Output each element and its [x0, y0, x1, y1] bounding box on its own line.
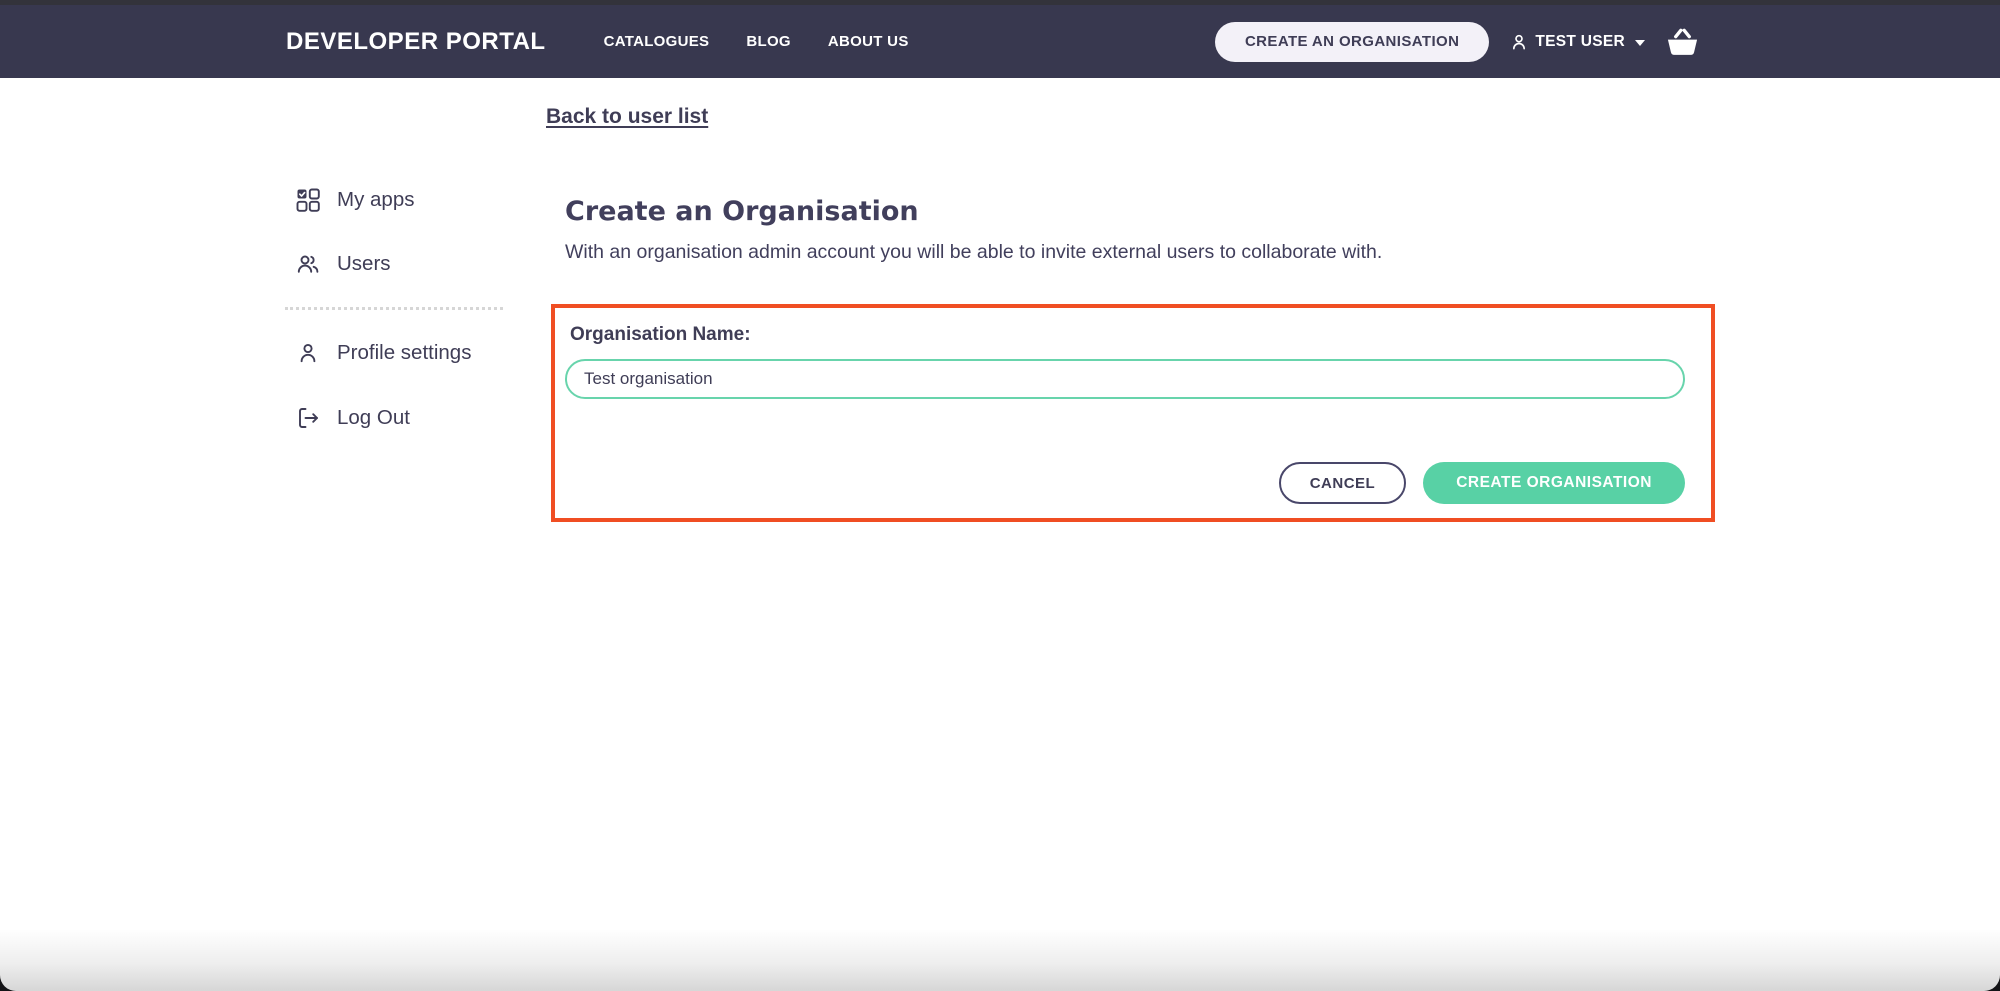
- sidebar-item-profile-settings[interactable]: Profile settings: [285, 341, 471, 365]
- bottom-shade: [0, 929, 2000, 991]
- page: DEVELOPER PORTAL CATALOGUES BLOG ABOUT U…: [0, 0, 2000, 991]
- person-icon: [1509, 32, 1529, 52]
- sidebar-item-label: Log Out: [337, 406, 410, 429]
- organisation-name-label: Organisation Name:: [570, 324, 751, 345]
- sidebar-item-label: Profile settings: [337, 341, 472, 364]
- basket-button[interactable]: [1665, 26, 1700, 58]
- chevron-down-icon: [1635, 33, 1645, 51]
- nav-link-blog[interactable]: BLOG: [746, 33, 791, 50]
- users-icon: [296, 252, 320, 276]
- portal-title: DEVELOPER PORTAL: [286, 27, 546, 55]
- sidebar-item-label: Users: [337, 252, 391, 275]
- top-navbar: DEVELOPER PORTAL CATALOGUES BLOG ABOUT U…: [0, 0, 2000, 78]
- create-organisation-nav-button[interactable]: CREATE AN ORGANISATION: [1214, 21, 1490, 62]
- sidebar-item-label: My apps: [337, 188, 415, 211]
- person-icon: [296, 341, 320, 365]
- page-title: Create an Organisation: [565, 196, 919, 227]
- apps-grid-icon: [296, 188, 320, 212]
- page-subtitle: With an organisation admin account you w…: [565, 241, 1383, 263]
- create-organisation-submit-button[interactable]: CREATE ORGANISATION: [1423, 462, 1685, 504]
- sidebar-divider: [285, 307, 503, 310]
- back-to-user-list-link[interactable]: Back to user list: [546, 105, 708, 129]
- basket-icon: [1665, 26, 1700, 58]
- user-menu-label: TEST USER: [1535, 32, 1625, 50]
- sidebar-item-log-out[interactable]: Log Out: [285, 406, 410, 430]
- sidebar-item-my-apps[interactable]: My apps: [285, 188, 414, 212]
- sidebar-item-users[interactable]: Users: [285, 252, 391, 276]
- organisation-name-input[interactable]: [565, 359, 1685, 399]
- nav-link-about-us[interactable]: ABOUT US: [828, 33, 909, 50]
- main-nav: CATALOGUES BLOG ABOUT US: [604, 33, 909, 50]
- create-organisation-form: Organisation Name: CANCEL CREATE ORGANIS…: [551, 304, 1715, 522]
- form-actions: CANCEL CREATE ORGANISATION: [1278, 462, 1685, 504]
- user-menu[interactable]: TEST USER: [1509, 32, 1645, 52]
- navbar-right-cluster: CREATE AN ORGANISATION TEST USER: [1214, 21, 1700, 62]
- cancel-button[interactable]: CANCEL: [1278, 462, 1407, 504]
- nav-link-catalogues[interactable]: CATALOGUES: [604, 33, 710, 50]
- logout-icon: [296, 406, 320, 430]
